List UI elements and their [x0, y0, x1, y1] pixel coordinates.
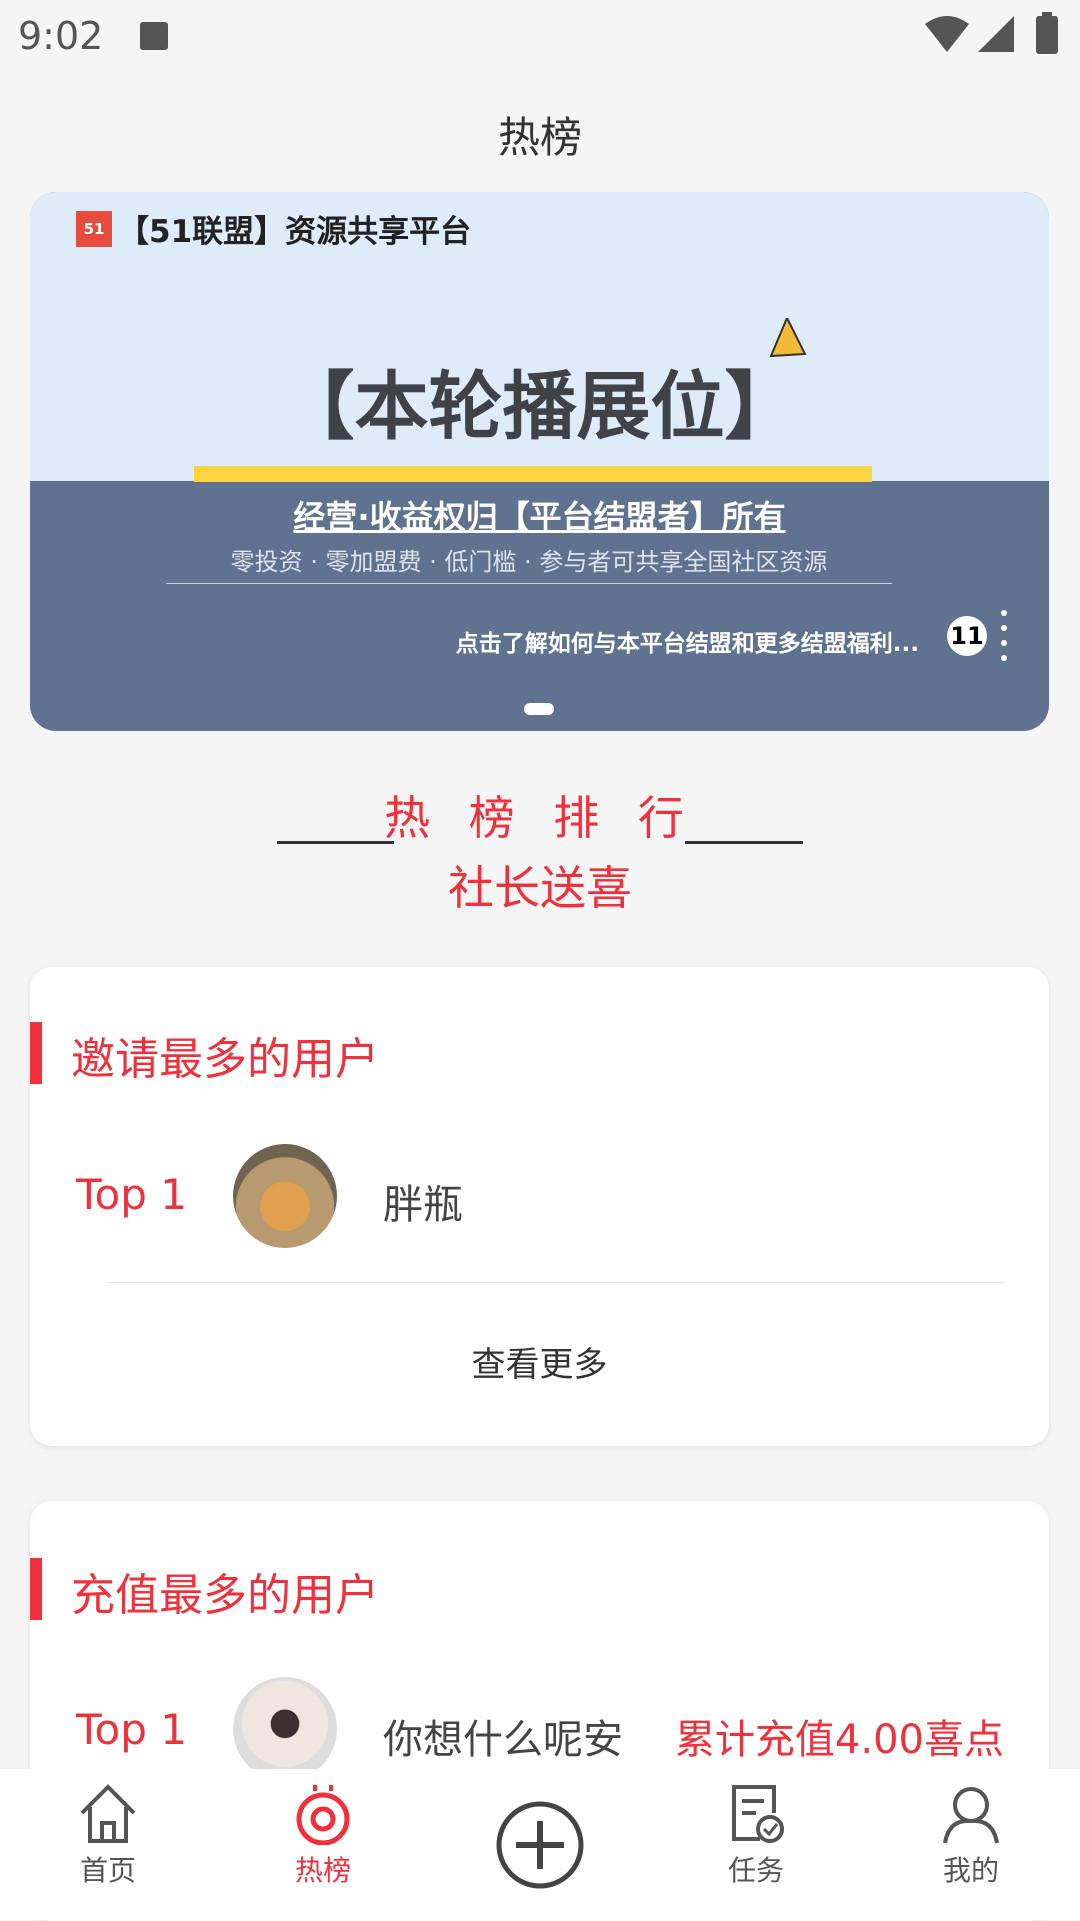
nav-label: 我的	[942, 1854, 999, 1887]
recharge-amount: 累计充值4.00喜点	[674, 1717, 1004, 1763]
page-title: 热榜	[497, 113, 582, 162]
avatar	[233, 1144, 337, 1248]
task-icon	[732, 1785, 784, 1843]
rank-label: Top 1	[76, 1170, 187, 1219]
battery-icon	[1036, 12, 1058, 54]
nav-item-task[interactable]: 任务	[676, 1769, 836, 1920]
bottom-nav: 首页 热榜 任务 我的	[0, 1769, 1080, 1920]
rank-label: Top 1	[76, 1705, 187, 1754]
hot-icon	[296, 1785, 350, 1845]
signal-icon	[978, 16, 1014, 52]
divider	[107, 1282, 1004, 1283]
card-title: 充值最多的用户	[71, 1570, 379, 1621]
plus-circle-icon	[496, 1801, 584, 1889]
user-name: 你想什么呢安	[383, 1717, 623, 1763]
user-name: 胖瓶	[383, 1182, 463, 1228]
nav-item-hot[interactable]: 热榜	[243, 1769, 403, 1920]
nav-item-publish[interactable]	[460, 1769, 620, 1920]
carousel-indicator[interactable]	[524, 703, 554, 715]
banner-features: 零投资 · 零加盟费 · 低门槛 · 参与者可共享全国社区资源	[166, 542, 892, 584]
status-bar: 9:02	[0, 0, 1080, 75]
card-accent-bar	[30, 1558, 42, 1620]
wifi-icon	[925, 16, 969, 52]
banner-subtitle: 经营·收益权归【平台结盟者】所有	[293, 498, 786, 536]
brand-logo-icon: 51	[76, 210, 112, 247]
status-time: 9:02	[18, 14, 104, 58]
banner-highlight-bar	[194, 466, 872, 482]
nav-label: 任务	[727, 1854, 784, 1887]
nav-label: 热榜	[294, 1854, 351, 1887]
card-title: 邀请最多的用户	[71, 1034, 379, 1085]
avatar	[233, 1677, 337, 1781]
home-icon	[80, 1784, 136, 1843]
banner-brand-text: 【51联盟】资源共享平台	[118, 214, 472, 250]
section-title: 热 榜 排 行	[384, 791, 696, 845]
banner-badge: 11	[947, 616, 987, 656]
nav-item-profile[interactable]: 我的	[891, 1769, 1051, 1920]
nav-label: 首页	[79, 1854, 136, 1887]
notification-icon	[140, 22, 168, 50]
more-dots-icon	[1001, 610, 1007, 661]
section-subtitle: 社长送喜	[448, 861, 632, 915]
nav-item-home[interactable]: 首页	[28, 1769, 188, 1920]
card-accent-bar	[30, 1022, 42, 1084]
invite-ranking-card: 邀请最多的用户 Top 1 胖瓶 查看更多	[30, 967, 1049, 1446]
ranking-row[interactable]: Top 1 胖瓶	[30, 1142, 1049, 1252]
view-more-button[interactable]: 查看更多	[30, 1337, 1049, 1386]
profile-icon	[943, 1787, 999, 1844]
banner-headline: 【本轮播展位】	[280, 364, 799, 450]
banner-carousel[interactable]: 51 【51联盟】资源共享平台 【本轮播展位】 经营·收益权归【平台结盟者】所有 …	[30, 192, 1049, 731]
banner-cta[interactable]: 点击了解如何与本平台结盟和更多结盟福利...	[456, 624, 919, 658]
banner-brand: 51 【51联盟】资源共享平台	[76, 206, 471, 251]
